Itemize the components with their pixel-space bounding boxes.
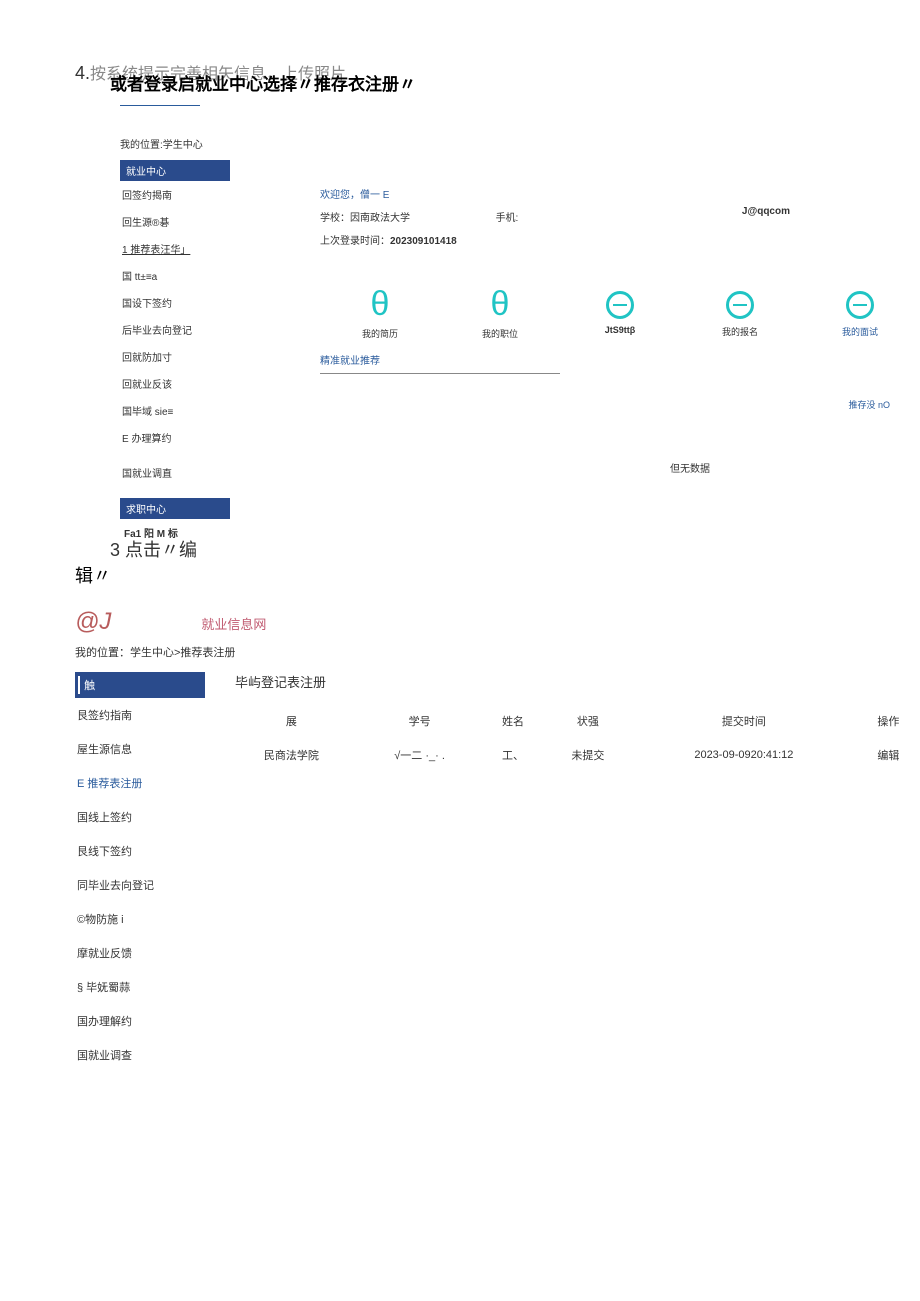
step4-num: 4. <box>75 63 90 83</box>
nav-item[interactable]: 后毕业去向登记 <box>120 316 230 343</box>
register-table: 展 学号 姓名 状强 提交时间 操作 民商法学院 √一二 ·_· . 工、 未提… <box>225 705 920 773</box>
dashboard-screenshot-1: 我的位置:学生中心 就业中心 回签约揭南 回生源®碁 1 推荐表汪华」 国 tt… <box>120 136 920 516</box>
icon-signup[interactable]: 我的报名 <box>680 287 800 340</box>
nav-header-employment: 就业中心 <box>120 160 230 181</box>
precise-recommend[interactable]: 精准就业推荐 <box>320 352 560 374</box>
icon-positions[interactable]: θ 我的职位 <box>440 287 560 340</box>
main-panel-1: 欢迎您，僧一 E 学校：因南政法大学 手机: 上次登录时间：2023091014… <box>320 186 920 475</box>
nav-item[interactable]: 国就业调查 <box>75 1038 205 1072</box>
phone-label: 手机: <box>496 209 519 224</box>
nav-header-2: 触 <box>75 672 205 698</box>
nav-item-recommend-register[interactable]: E 推荐表注册 <box>75 766 205 800</box>
icon-label: 我的职位 <box>440 327 560 340</box>
nav-item[interactable]: 国线上签约 <box>75 800 205 834</box>
theta-circle-icon <box>726 291 754 319</box>
nav-item[interactable]: 回签约揭南 <box>120 181 230 208</box>
nav-item[interactable]: § 毕妩蜀蒜 <box>75 970 205 1004</box>
info-school-phone: 学校：因南政法大学 手机: <box>320 209 920 224</box>
td-name: 工、 <box>481 737 544 773</box>
th-student-id: 学号 <box>358 705 482 737</box>
nav-item[interactable]: 屋生源信息 <box>75 732 205 766</box>
nav-item-recommend[interactable]: 1 推荐表汪华」 <box>120 235 230 262</box>
nav-item[interactable]: 回就防加寸 <box>120 343 230 370</box>
td-submit-time: 2023-09-0920:41:12 <box>631 737 857 773</box>
nav-item[interactable]: 国就业调直 <box>120 459 230 486</box>
td-college: 民商法学院 <box>225 737 358 773</box>
sidebar-2: 触 艮签约指南 屋生源信息 E 推荐表注册 国线上签约 艮线下签约 同毕业去向登… <box>75 672 205 1072</box>
th-status: 状强 <box>545 705 631 737</box>
nav-item[interactable]: 同毕业去向登记 <box>75 868 205 902</box>
icon-resume[interactable]: θ 我的简历 <box>320 287 440 340</box>
icon-interview[interactable]: 我的面试 <box>800 287 920 340</box>
underline-decor <box>120 105 200 106</box>
table-row: 民商法学院 √一二 ·_· . 工、 未提交 2023-09-0920:41:1… <box>225 737 920 773</box>
site-name: 就业信息网 <box>201 614 266 633</box>
icon-label: 我的简历 <box>320 327 440 340</box>
info-login: 上次登录时间：202309101418 <box>320 232 920 247</box>
th-college: 展 <box>225 705 358 737</box>
main-panel-2: 毕屿登记表注册 展 学号 姓名 状强 提交时间 操作 民商法学院 √一二 ·_·… <box>225 672 920 773</box>
tab-title: 毕屿登记表注册 <box>235 672 920 691</box>
edit-link[interactable]: 编辑 <box>857 737 920 773</box>
nav-item[interactable]: 国办理解约 <box>75 1004 205 1038</box>
dashboard-screenshot-2: @J 就业信息网 我的位置：学生中心>推荐表注册 触 艮签约指南 屋生源信息 E… <box>75 608 920 1072</box>
nav-item[interactable]: 回生源®碁 <box>120 208 230 235</box>
nav-item[interactable]: 艮签约指南 <box>75 698 205 732</box>
nav-item[interactable]: 艮线下签约 <box>75 834 205 868</box>
th-submit-time: 提交时间 <box>631 705 857 737</box>
theta-circle-icon <box>606 291 634 319</box>
email-text: J@qqcom <box>742 206 790 217</box>
icon-label: 我的面试 <box>800 325 920 338</box>
theta-circle-icon <box>846 291 874 319</box>
td-student-id: √一二 ·_· . <box>358 737 482 773</box>
nav-item[interactable]: 摩就业反馈 <box>75 936 205 970</box>
breadcrumb-2: 我的位置：学生中心>推荐表注册 <box>75 644 920 660</box>
icon-label: JtS9ttβ <box>560 325 680 335</box>
logo-at: @J <box>75 608 111 636</box>
th-action: 操作 <box>857 705 920 737</box>
welcome-text: 欢迎您，僧一 E <box>320 186 920 201</box>
school-label: 学校： <box>320 209 350 224</box>
nav-item[interactable]: E 办理算约 <box>120 424 230 451</box>
nav-item[interactable]: 回就业反该 <box>120 370 230 397</box>
step3-line1: 3 点击〃编 <box>110 536 920 562</box>
login-value: 202309101418 <box>390 236 457 247</box>
login-label: 上次登录时间： <box>320 232 390 247</box>
td-status: 未提交 <box>545 737 631 773</box>
icon-label: 我的报名 <box>680 325 800 338</box>
nav-header-job: 求职中心 <box>120 498 230 519</box>
nav-item[interactable]: 国 tt±≡a <box>120 262 230 289</box>
th-name: 姓名 <box>481 705 544 737</box>
step-or-title: 或者登录启就业中心选择〃推存衣注册〃 <box>110 70 920 95</box>
nav-item[interactable]: ©物防施 i <box>75 902 205 936</box>
nav-item[interactable]: 国毕域 sie≡ <box>120 397 230 424</box>
school-value: 因南政法大学 <box>350 213 410 224</box>
no-data-text: 但无数据 <box>460 460 920 475</box>
theta-icon: θ <box>440 287 560 321</box>
more-link[interactable]: 推存没 nO <box>848 398 890 411</box>
quick-icons-row: θ 我的简历 θ 我的职位 JtS9ttβ 我的报名 我的面试 <box>320 287 920 340</box>
nav-item[interactable]: 国设下签约 <box>120 289 230 316</box>
icon-jts[interactable]: JtS9ttβ <box>560 287 680 340</box>
theta-icon: θ <box>320 287 440 321</box>
nav-fa-label[interactable]: Fa1 阳 M 标 <box>120 519 230 546</box>
table-header-row: 展 学号 姓名 状强 提交时间 操作 <box>225 705 920 737</box>
sidebar-1: 就业中心 回签约揭南 回生源®碁 1 推荐表汪华」 国 tt±≡a 国设下签约 … <box>120 160 230 546</box>
step3-line2: 辑〃 <box>75 562 920 588</box>
logo-row: @J 就业信息网 <box>75 608 920 636</box>
breadcrumb-1: 我的位置:学生中心 <box>120 136 920 151</box>
